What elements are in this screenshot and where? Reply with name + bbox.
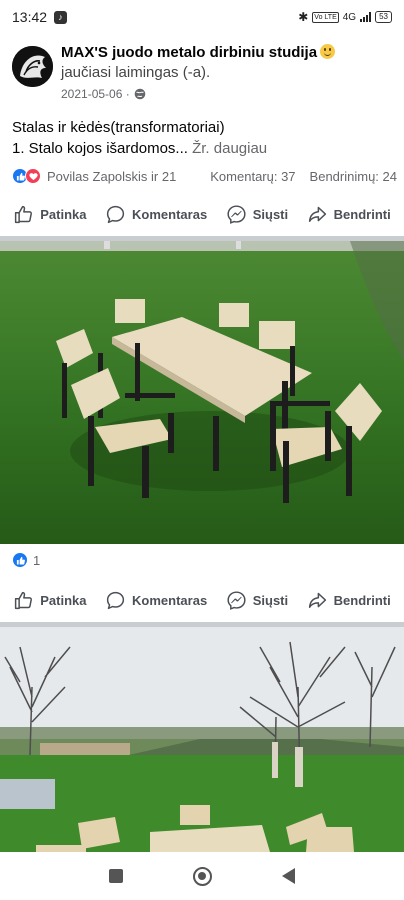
love-reaction-icon bbox=[25, 168, 41, 184]
network-label: 4G bbox=[342, 11, 357, 23]
post-meta: 2021-05-06 · bbox=[61, 87, 146, 101]
send-label: Siųsti bbox=[252, 592, 289, 608]
photo-comment-button[interactable]: Komentaras bbox=[105, 590, 207, 611]
back-button[interactable] bbox=[282, 868, 295, 884]
share-button[interactable]: Bendrinti bbox=[307, 204, 391, 225]
system-nav-bar bbox=[0, 852, 404, 900]
see-more-link[interactable]: Žr. daugiau bbox=[188, 140, 267, 157]
photo-likes-row[interactable]: 1 bbox=[12, 552, 40, 568]
page-name[interactable]: MAX'S juodo metalo dirbiniu studija bbox=[61, 44, 336, 61]
messenger-icon bbox=[227, 590, 246, 610]
photo-likes-count: 1 bbox=[33, 552, 41, 568]
post-text: Stalas ir kėdės(transformatoriai) 1. Sta… bbox=[12, 117, 397, 159]
thumbs-up-icon bbox=[15, 591, 33, 609]
photo-action-bar: Patinka Komentaras Siųsti Bendrinti bbox=[0, 580, 404, 620]
comment-label: Komentaras bbox=[132, 206, 208, 222]
comments-count[interactable]: Komentarų: 37 bbox=[210, 169, 295, 184]
post-photo-1[interactable] bbox=[0, 241, 404, 544]
comment-label: Komentaras bbox=[132, 592, 208, 608]
avatar[interactable] bbox=[12, 46, 53, 87]
reactions-summary[interactable]: Povilas Zapolskis ir 21 Komentarų: 37 Be… bbox=[12, 166, 397, 186]
globe-icon bbox=[134, 88, 146, 100]
status-bar: 13:42 ♪ ✱ Vo LTE 4G 53 bbox=[0, 0, 404, 34]
feeling-status: jaučiasi laimingas (-a). bbox=[61, 64, 211, 81]
battery-icon: 53 bbox=[375, 11, 392, 23]
signal-icon bbox=[360, 12, 372, 22]
comment-bubble-icon bbox=[106, 205, 125, 223]
like-reaction-icon bbox=[12, 552, 28, 568]
send-label: Siųsti bbox=[252, 206, 289, 222]
photo-like-button[interactable]: Patinka bbox=[13, 590, 87, 611]
photo-share-button[interactable]: Bendrinti bbox=[307, 590, 391, 611]
post-text-line2: 1. Stalo kojos išardomos... bbox=[12, 140, 188, 157]
like-button[interactable]: Patinka bbox=[13, 204, 87, 225]
volte-badge: Vo LTE bbox=[312, 11, 339, 23]
post-date: 2021-05-06 · bbox=[61, 87, 130, 101]
post-action-bar: Patinka Komentaras Siųsti Bendrinti bbox=[0, 194, 404, 234]
shares-count[interactable]: Bendrinimų: 24 bbox=[310, 169, 397, 184]
smiley-emoji-icon bbox=[320, 44, 336, 59]
bluetooth-icon: ✱ bbox=[298, 10, 309, 24]
comment-bubble-icon bbox=[106, 591, 125, 609]
status-indicators: ✱ Vo LTE 4G 53 bbox=[298, 10, 392, 24]
status-time: 13:42 bbox=[12, 9, 48, 25]
comment-button[interactable]: Komentaras bbox=[105, 204, 207, 225]
share-arrow-icon bbox=[308, 206, 326, 222]
share-arrow-icon bbox=[308, 592, 326, 608]
share-label: Bendrinti bbox=[333, 592, 391, 608]
post-header: MAX'S juodo metalo dirbiniu studija jauč… bbox=[0, 34, 404, 106]
like-label: Patinka bbox=[40, 206, 87, 222]
share-label: Bendrinti bbox=[333, 206, 391, 222]
home-button[interactable] bbox=[193, 866, 212, 886]
post-photo-2[interactable] bbox=[0, 627, 404, 852]
reactors-text: Povilas Zapolskis ir 21 bbox=[47, 168, 177, 184]
page-name-text: MAX'S juodo metalo dirbiniu studija bbox=[61, 44, 318, 61]
photo-send-button[interactable]: Siųsti bbox=[226, 590, 288, 611]
messenger-icon bbox=[227, 204, 246, 224]
tiktok-icon: ♪ bbox=[54, 10, 68, 24]
send-button[interactable]: Siųsti bbox=[226, 204, 288, 225]
thumbs-up-icon bbox=[15, 205, 33, 223]
recent-apps-button[interactable] bbox=[109, 869, 123, 883]
post-text-line1: Stalas ir kėdės(transformatoriai) bbox=[12, 119, 225, 136]
lion-logo-icon bbox=[12, 46, 53, 87]
like-label: Patinka bbox=[40, 592, 87, 608]
